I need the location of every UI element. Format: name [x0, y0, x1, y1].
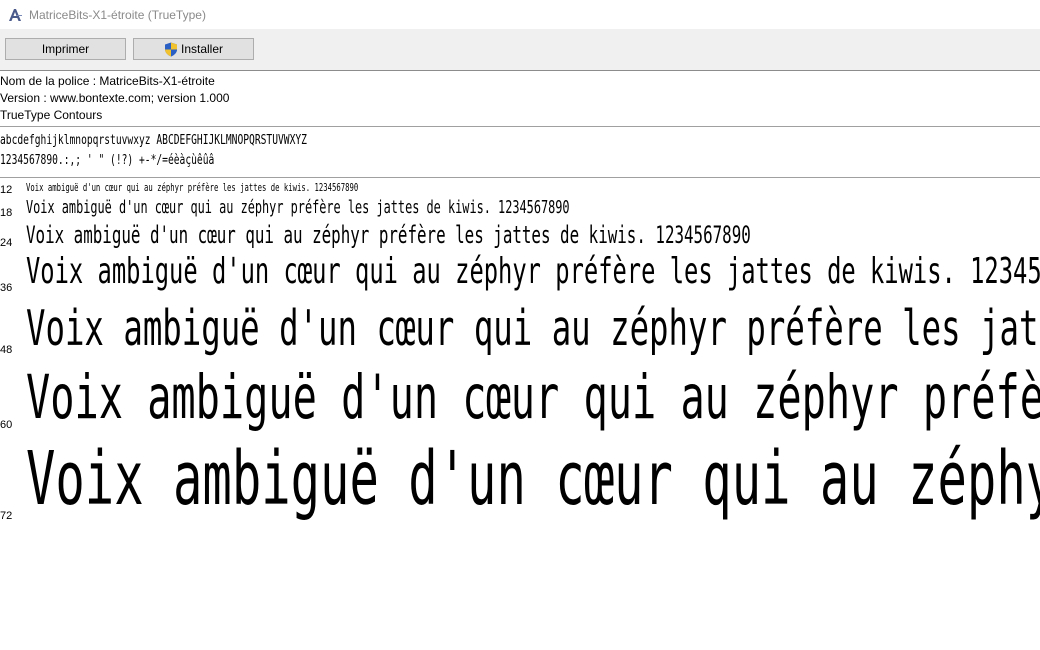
sample-size-label: 72 — [0, 510, 13, 522]
print-button[interactable]: Imprimer — [5, 38, 126, 60]
title-bar: MatriceBits-X1-étroite (TrueType) — [0, 0, 1040, 29]
charset-symbols-text: 1234567890.:,; ' " (!?) +-*/=éèàçùêûâ — [0, 153, 215, 168]
shield-icon — [164, 42, 177, 56]
charset-letters-text: abcdefghijklmnopqrstuvwxyz ABCDEFGHIJKLM… — [0, 133, 307, 148]
sample-row: 72 Voix ambiguë d'un cœur qui au zéphyr p… — [0, 180, 1040, 650]
font-viewer-app-icon — [9, 8, 22, 21]
charset-symbols: 1234567890.:,; ' " (!?) +-*/=éèàçùêûâ — [0, 152, 290, 169]
font-version-line: Version : www.bontexte.com; version 1.00… — [0, 91, 230, 105]
charset-letters: abcdefghijklmnopqrstuvwxyz ABCDEFGHIJKLM… — [0, 132, 415, 149]
print-button-label: Imprimer — [41, 42, 90, 56]
window-title: MatriceBits-X1-étroite (TrueType) — [29, 7, 206, 22]
font-type-line: TrueType Contours — [0, 108, 103, 122]
divider — [0, 177, 1040, 178]
toolbar: Imprimer Installer — [0, 29, 1040, 71]
divider — [0, 126, 1040, 127]
font-name-line: Nom de la police : MatriceBits-X1-étroit… — [0, 74, 215, 88]
sample-text: Voix ambiguë d'un cœur qui au zéphyr pré… — [26, 436, 1040, 522]
font-info: Nom de la police : MatriceBits-X1-étroit… — [0, 73, 229, 124]
install-button[interactable]: Installer — [133, 38, 254, 60]
font-samples: 12 Voix ambiguë d'un cœur qui au zéphyr p… — [0, 180, 1040, 650]
install-button-label: Installer — [180, 42, 224, 56]
